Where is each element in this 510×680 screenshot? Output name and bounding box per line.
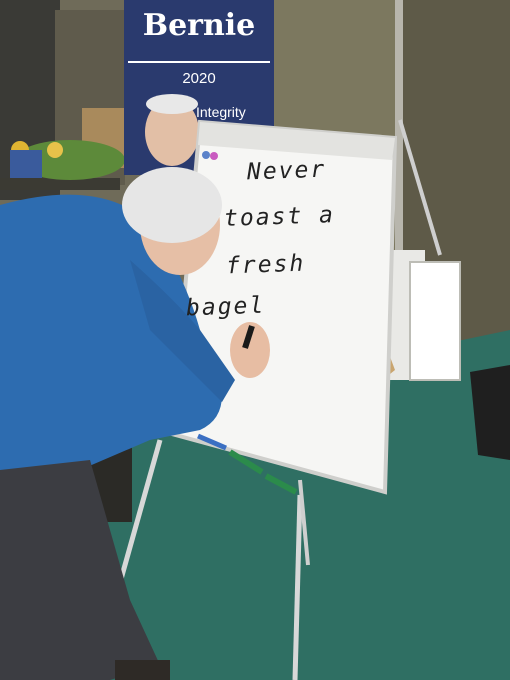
whiteboard-line-2: toast a: [223, 202, 336, 232]
banner-title: Bernie: [142, 8, 256, 43]
banner-portrait-hair: [146, 94, 198, 114]
blue-magnet: [202, 151, 210, 159]
folding-table-panel: [409, 261, 461, 381]
table-top: [0, 178, 120, 190]
yellow-flower: [47, 142, 63, 158]
man-shoe: [115, 660, 170, 680]
banner-tagline: Integrity: [196, 104, 246, 120]
whiteboard-line-1: Never: [246, 156, 327, 186]
banner-year: 2020: [182, 70, 216, 87]
purple-magnet: [210, 152, 218, 160]
man-hair: [122, 167, 222, 243]
scene-graphics: [0, 0, 510, 680]
whiteboard-line-4: bagel: [185, 292, 266, 322]
photo-scene: Bernie 2020 Integrity Never toast a fres…: [0, 0, 510, 680]
blue-can: [10, 150, 42, 178]
whiteboard-line-3: fresh: [225, 250, 306, 280]
